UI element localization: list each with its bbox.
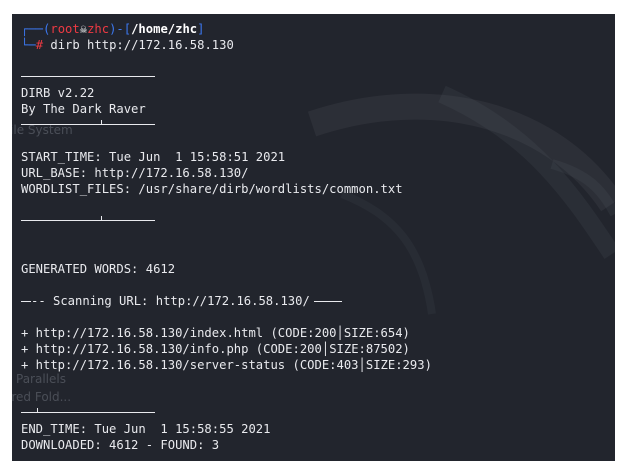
end-time: END_TIME: Tue Jun 1 15:58:55 2021 xyxy=(21,422,271,436)
separator xyxy=(21,120,155,125)
generated-words: GENERATED WORDS: 4612 xyxy=(21,262,176,276)
separator xyxy=(21,216,155,221)
terminal-window[interactable]: File System Parallels ared Fold... ┌──(r… xyxy=(12,14,615,461)
result-row: + http://172.16.58.130/info.php (CODE:20… xyxy=(21,342,410,356)
downloaded-summary: DOWNLOADED: 4612 - FOUND: 3 xyxy=(21,438,220,452)
kali-dragon-watermark-icon xyxy=(307,85,615,315)
wordlist-files: WORDLIST_FILES: /usr/share/dirb/wordlist… xyxy=(21,182,403,196)
prompt-user: root xyxy=(50,22,80,36)
result-row: + http://172.16.58.130/index.html (CODE:… xyxy=(21,326,410,340)
prompt-cwd: /home/zhc xyxy=(131,22,198,36)
command-text: dirb http://172.16.58.130 xyxy=(50,38,234,52)
url-base: URL_BASE: http://172.16.58.130/ xyxy=(21,166,249,180)
scanning-line: -- Scanning URL: http://172.16.58.130/ xyxy=(21,293,342,309)
prompt-host: zhc xyxy=(87,22,110,36)
start-time: START_TIME: Tue Jun 1 15:58:51 2021 xyxy=(21,150,286,164)
banner-version: DIRB v2.22 xyxy=(21,86,95,100)
banner-author: By The Dark Raver xyxy=(21,102,146,116)
prompt-symbol: # xyxy=(35,38,44,52)
separator xyxy=(21,408,155,413)
desktop-label-shared-folders: ared Fold... xyxy=(12,390,72,404)
prompt-line: ┌──(root☠zhc)-[/home/zhc] xyxy=(21,22,205,36)
desktop-label-parallels: Parallels xyxy=(16,372,66,386)
command-line: └─# dirb http://172.16.58.130 xyxy=(21,38,234,52)
result-row: + http://172.16.58.130/server-status (CO… xyxy=(21,358,432,372)
separator xyxy=(21,76,155,77)
desktop-label-file-system: File System xyxy=(12,123,73,137)
skull-icon: ☠ xyxy=(79,22,88,36)
